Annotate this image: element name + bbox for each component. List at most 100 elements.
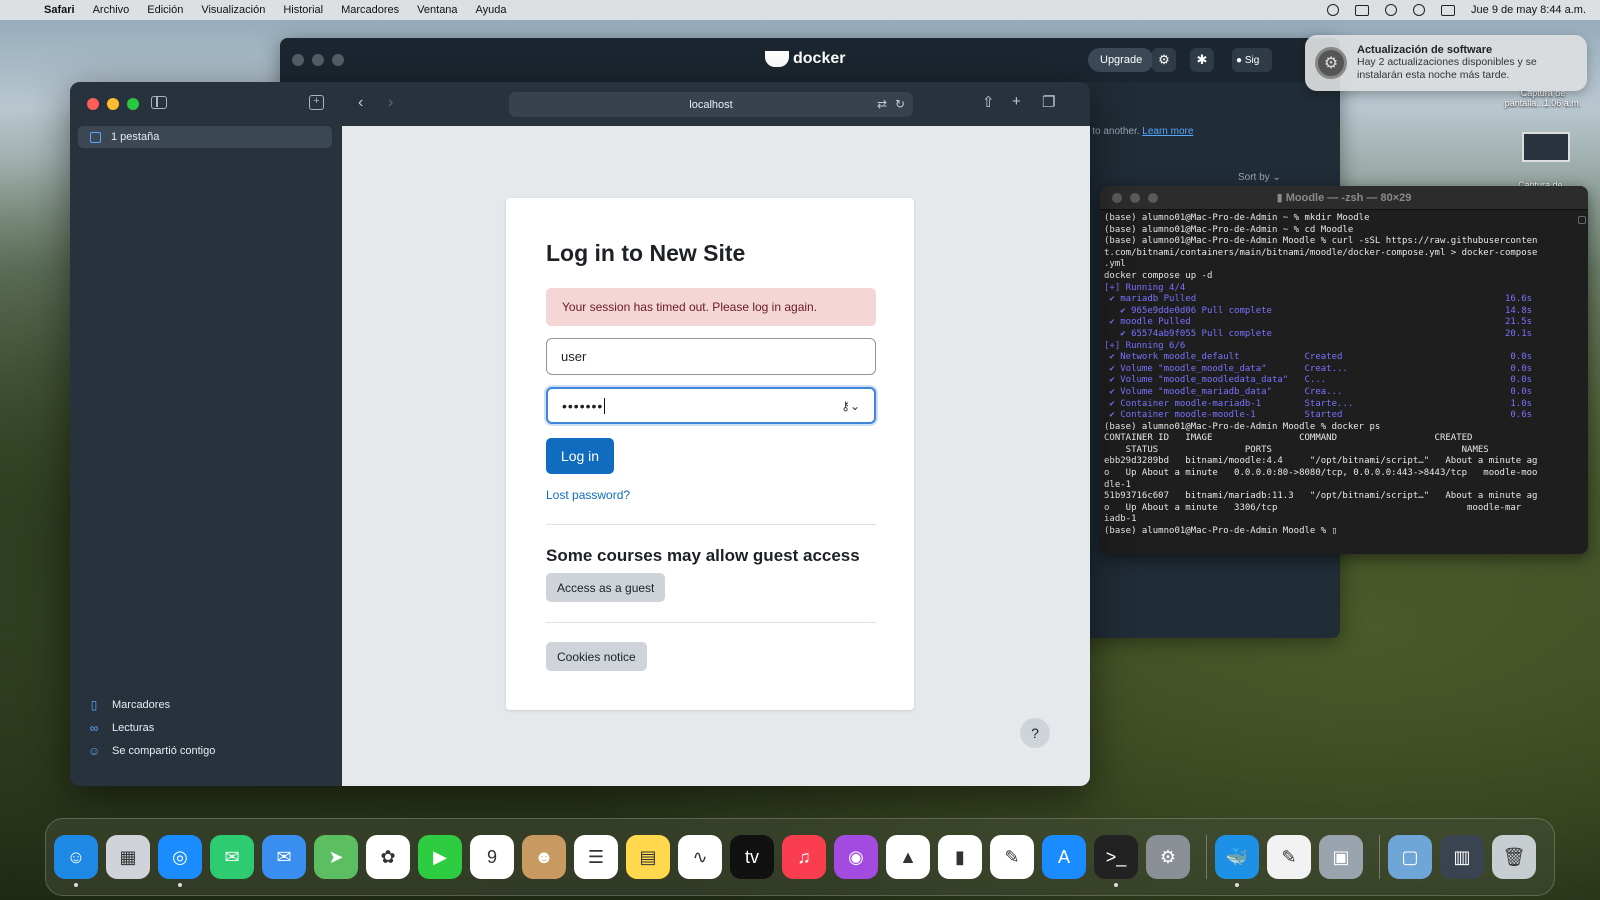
terminal-line: ✔ Volume "moodle_moodle_data" Creat... 0… [1104, 363, 1533, 374]
control-center-icon[interactable] [1441, 4, 1456, 16]
recent-screenshots-icon[interactable]: ▥ [1440, 835, 1484, 879]
app-store-icon[interactable]: A [1042, 835, 1086, 879]
close-button[interactable] [87, 98, 99, 110]
reload-icon[interactable]: ↻ [895, 97, 905, 111]
freeform-icon[interactable]: ∿ [678, 835, 722, 879]
login-button[interactable]: Log in [546, 438, 614, 474]
menu-archivo[interactable]: Archivo [93, 4, 130, 16]
trash-icon[interactable]: 🗑 [1492, 835, 1536, 879]
docker-status-icon[interactable] [1327, 4, 1340, 16]
safari-icon[interactable]: ◎ [158, 835, 202, 887]
menu-visualizacion[interactable]: Visualización [201, 4, 265, 16]
facetime-icon[interactable]: ▶ [418, 835, 462, 879]
forward-icon[interactable]: › [388, 94, 393, 112]
safari-toolbar: ‹ › localhost ⇄ ↻ ⇧ + ❐ [342, 82, 1090, 126]
share-icon[interactable]: ⇧ [982, 93, 995, 111]
docker-upgrade-button[interactable]: Upgrade [1088, 48, 1155, 72]
docker-settings-icon[interactable]: ⚙ [1152, 48, 1176, 72]
terminal-line: o Up About a minute 0.0.0.0:80->8080/tcp… [1104, 468, 1538, 479]
terminal-title-text: Moodle — -zsh — 80×29 [1285, 192, 1412, 204]
docker-window-controls[interactable] [280, 54, 344, 66]
docker-icon[interactable]: 🐳 [1215, 835, 1259, 887]
photos-icon[interactable]: ✿ [366, 835, 410, 879]
terminal-window[interactable]: ▮ Moodle — -zsh — 80×29 (base) alumno01@… [1100, 186, 1588, 554]
podcasts-icon[interactable]: ◉ [834, 835, 878, 879]
screen-mirroring-icon[interactable] [1355, 4, 1370, 16]
username-field[interactable]: user [546, 338, 876, 375]
translate-icon[interactable]: ⇄ [877, 97, 887, 111]
learn-more-link[interactable]: Learn more [1142, 126, 1193, 137]
notification-body: Hay 2 actualizaciones disponibles y se i… [1357, 56, 1537, 81]
new-tab-group-icon[interactable]: + [309, 95, 324, 110]
tab-overview-icon[interactable]: ❐ [1042, 93, 1055, 111]
guest-access-button[interactable]: Access as a guest [546, 573, 666, 602]
back-icon[interactable]: ‹ [358, 94, 363, 112]
spotlight-search-icon[interactable] [1413, 4, 1426, 16]
menu-historial[interactable]: Historial [283, 4, 323, 16]
dock-separator [1379, 835, 1380, 879]
terminal-line: (base) alumno01@Mac-Pro-de-Admin Moodle … [1104, 526, 1337, 537]
password-field[interactable]: ••••••• ⚷⌄ [546, 387, 876, 424]
terminal-line: dle-1 [1104, 479, 1132, 490]
terminal-line: ebb29d3289bd bitnami/moodle:4.4 "/opt/bi… [1104, 456, 1538, 467]
page-content: Log in to New Site Your session has time… [342, 126, 1090, 786]
keynote-icon[interactable]: ▲ [886, 835, 930, 879]
sidebar-item-bookmarks[interactable]: ▯ Marcadores [88, 698, 170, 712]
launchpad-icon[interactable]: ▦ [106, 835, 150, 879]
sidebar-toggle-icon[interactable] [151, 96, 167, 109]
menubar-clock[interactable]: Jue 9 de may 8:44 a.m. [1471, 4, 1586, 16]
notes-icon[interactable]: ▤ [626, 835, 670, 879]
sidebar-item-reading-list[interactable]: ∞ Lecturas [88, 721, 154, 735]
running-indicator [1235, 883, 1239, 887]
password-value: ••••••• [562, 397, 604, 414]
terminal-line: STATUS PORTS NAMES [1104, 444, 1489, 455]
password-key-icon[interactable]: ⚷⌄ [841, 399, 860, 413]
menu-ayuda[interactable]: Ayuda [476, 4, 507, 16]
terminal-glyph: >_ [1105, 846, 1127, 867]
finder-icon[interactable]: ☺ [54, 835, 98, 887]
calendar-icon[interactable]: 9 [470, 835, 514, 879]
menu-app-name[interactable]: Safari [44, 4, 75, 16]
address-bar[interactable]: localhost ⇄ ↻ [509, 92, 913, 117]
maps-icon[interactable]: ➤ [314, 835, 358, 879]
lost-password-link[interactable]: Lost password? [546, 488, 630, 502]
docker-logo: docker [765, 50, 845, 68]
menu-edicion[interactable]: Edición [147, 4, 183, 16]
menu-marcadores[interactable]: Marcadores [341, 4, 399, 16]
sidebar-item-shared[interactable]: ☺ Se compartió contigo [88, 744, 215, 758]
preview-glyph: ▣ [1332, 846, 1350, 867]
safari-window-controls[interactable] [87, 98, 139, 110]
mail-icon[interactable]: ✉ [262, 835, 306, 879]
music-icon[interactable]: ♫ [782, 835, 826, 879]
cookies-notice-button[interactable]: Cookies notice [546, 642, 647, 671]
terminal-output[interactable]: (base) alumno01@Mac-Pro-de-Admin ~ % mkd… [1100, 210, 1588, 550]
minimize-button[interactable] [107, 98, 119, 110]
textedit-icon[interactable]: ✎ [1267, 835, 1311, 879]
sidebar-item-tabs[interactable]: 1 pestaña [78, 126, 332, 148]
messages-icon[interactable]: ✉ [210, 835, 254, 879]
docker-sort-by[interactable]: Sort by ⌄ [1238, 172, 1281, 183]
new-tab-icon[interactable]: + [1012, 93, 1021, 110]
contacts-icon[interactable]: ☻ [522, 835, 566, 879]
terminal-icon[interactable]: >_ [1094, 835, 1138, 887]
wifi-off-icon[interactable] [1385, 4, 1398, 16]
reminders-icon[interactable]: ☰ [574, 835, 618, 879]
music-glyph: ♫ [797, 846, 811, 867]
system-settings-icon[interactable]: ⚙ [1146, 835, 1190, 879]
preview-icon[interactable]: ▣ [1319, 835, 1363, 879]
facetime-glyph: ▶ [433, 846, 447, 867]
reading-list-icon: ∞ [89, 721, 99, 735]
downloads-icon[interactable]: ▢ [1388, 835, 1432, 879]
desktop-file-thumbnail[interactable] [1522, 132, 1570, 162]
apple-menu-icon[interactable] [16, 0, 34, 20]
menu-ventana[interactable]: Ventana [417, 4, 457, 16]
software-update-notification[interactable]: ⚙ Actualización de software Hay 2 actual… [1305, 35, 1587, 91]
docker-account-button[interactable]: ● Sig [1232, 48, 1272, 72]
numbers-icon[interactable]: ▮ [938, 835, 982, 879]
desktop-file-label[interactable]: Captura de pantalla...1.06 a.m. [1498, 88, 1588, 108]
pages-icon[interactable]: ✎ [990, 835, 1034, 879]
tv-icon[interactable]: tv [730, 835, 774, 879]
help-button[interactable]: ? [1020, 718, 1050, 748]
zoom-button[interactable] [127, 98, 139, 110]
docker-troubleshoot-icon[interactable]: ✱ [1190, 48, 1214, 72]
